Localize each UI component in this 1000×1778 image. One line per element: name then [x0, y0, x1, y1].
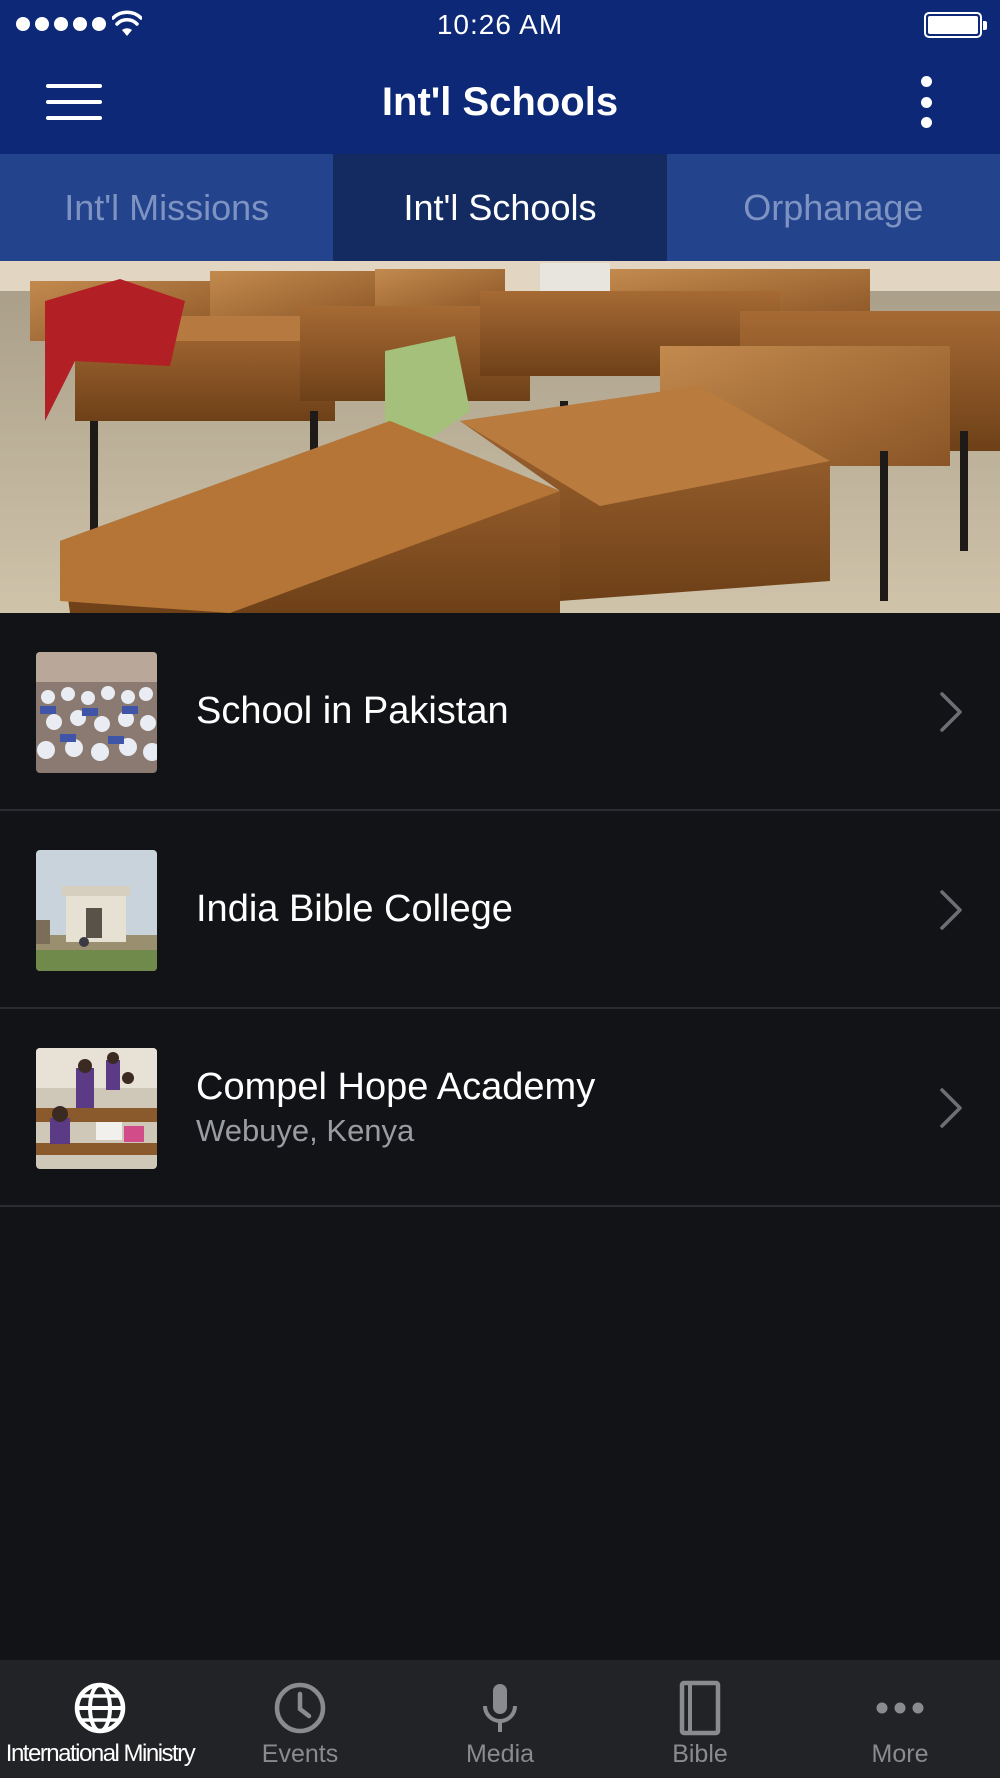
tab-intl-schools[interactable]: Int'l Schools	[333, 154, 667, 261]
bottom-tab-bar: International Ministry Events Media Bibl…	[0, 1660, 1000, 1778]
thumbnail-image	[36, 850, 157, 971]
tab-bar-label: Bible	[672, 1740, 728, 1768]
tab-bar-label: More	[871, 1740, 929, 1768]
schools-list: School in Pakistan India Bible College C…	[0, 613, 1000, 1207]
globe-icon	[74, 1682, 126, 1734]
tab-bar-more[interactable]: More	[800, 1660, 1000, 1778]
hero-image	[0, 261, 1000, 613]
status-time: 10:26 AM	[436, 9, 564, 40]
battery-icon	[924, 12, 987, 38]
chevron-right-icon	[940, 692, 962, 732]
list-item-title: School in Pakistan	[196, 689, 509, 732]
chevron-right-icon	[940, 1088, 962, 1128]
tab-intl-missions[interactable]: Int'l Missions	[0, 154, 333, 261]
navigation-bar: Int'l Schools	[0, 50, 1000, 154]
thumbnail-image	[36, 652, 157, 773]
list-item-title: India Bible College	[196, 887, 513, 930]
menu-icon[interactable]	[46, 82, 102, 122]
list-item-subtitle: Webuye, Kenya	[196, 1112, 415, 1148]
thumbnail-image	[36, 1048, 157, 1169]
tab-bar-events[interactable]: Events	[200, 1660, 400, 1778]
signal-strength-icon	[16, 17, 106, 31]
tab-bar-label: Events	[261, 1740, 339, 1768]
more-options-icon[interactable]	[916, 76, 936, 128]
tab-bar-media[interactable]: Media	[400, 1660, 600, 1778]
list-item-text: India Bible College	[196, 811, 513, 1007]
tab-bar-label: Media	[465, 1740, 535, 1768]
tab-bar-international-ministry[interactable]: International Ministry	[0, 1660, 200, 1778]
list-item-title: Compel Hope Academy	[196, 1065, 596, 1108]
wifi-icon	[112, 10, 142, 36]
page-title: Int'l Schools	[381, 79, 619, 124]
tab-bar-bible[interactable]: Bible	[600, 1660, 800, 1778]
status-bar: 10:26 AM	[0, 0, 1000, 50]
list-item-text: Compel Hope Academy Webuye, Kenya	[196, 1009, 595, 1205]
app-screen: 10:26 AM Int'l Schools Int'l Missions In…	[0, 0, 1000, 1778]
microphone-icon	[483, 1684, 517, 1732]
list-item-india-bible-college[interactable]: India Bible College	[0, 811, 1000, 1009]
list-item-school-in-pakistan[interactable]: School in Pakistan	[0, 613, 1000, 811]
section-tabs: Int'l Missions Int'l Schools Orphanage	[0, 154, 1000, 261]
more-icon	[876, 1702, 924, 1714]
chevron-right-icon	[940, 890, 962, 930]
book-icon	[679, 1680, 721, 1736]
list-item-compel-hope-academy[interactable]: Compel Hope Academy Webuye, Kenya	[0, 1009, 1000, 1207]
tab-bar-label: International Ministry	[5, 1740, 196, 1767]
list-item-text: School in Pakistan	[196, 613, 509, 809]
tab-orphanage[interactable]: Orphanage	[667, 154, 1000, 261]
clock-icon	[274, 1682, 326, 1734]
